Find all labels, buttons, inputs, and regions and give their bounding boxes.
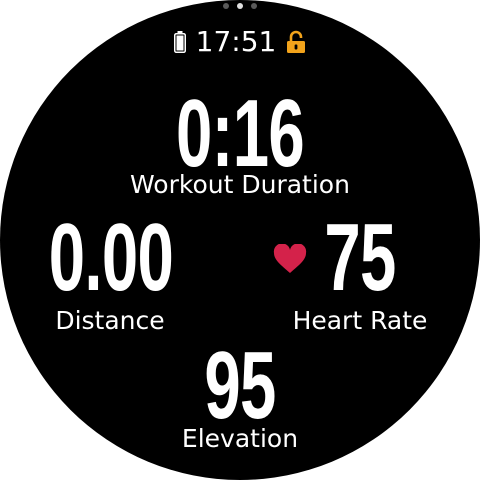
heart-rate-label: Heart Rate (292, 306, 428, 335)
metric-elevation[interactable]: 95 Elevation (140, 332, 340, 452)
page-dot-active[interactable] (237, 3, 243, 9)
lock-icon[interactable] (286, 30, 306, 54)
distance-value: 0.00 (48, 204, 174, 311)
metric-heart-rate[interactable]: 75 Heart Rate (280, 204, 440, 335)
metric-workout-duration[interactable]: 0:16 Workout Duration (90, 80, 390, 198)
workout-duration-value: 0:16 (176, 80, 305, 187)
page-dot[interactable] (223, 3, 229, 9)
distance-label: Distance (55, 306, 165, 335)
page-dot[interactable] (251, 3, 257, 9)
status-bar: 17:51 (0, 24, 480, 60)
elevation-value: 95 (204, 332, 276, 439)
page-indicator (0, 3, 480, 11)
battery-icon (173, 31, 186, 53)
metric-distance[interactable]: 0.00 Distance (20, 204, 200, 335)
heart-rate-value: 75 (324, 204, 396, 311)
status-time: 17:51 (195, 25, 277, 58)
watch-face: 17:51 0:16 Workout Duration 0.00 Distanc… (0, 0, 480, 480)
